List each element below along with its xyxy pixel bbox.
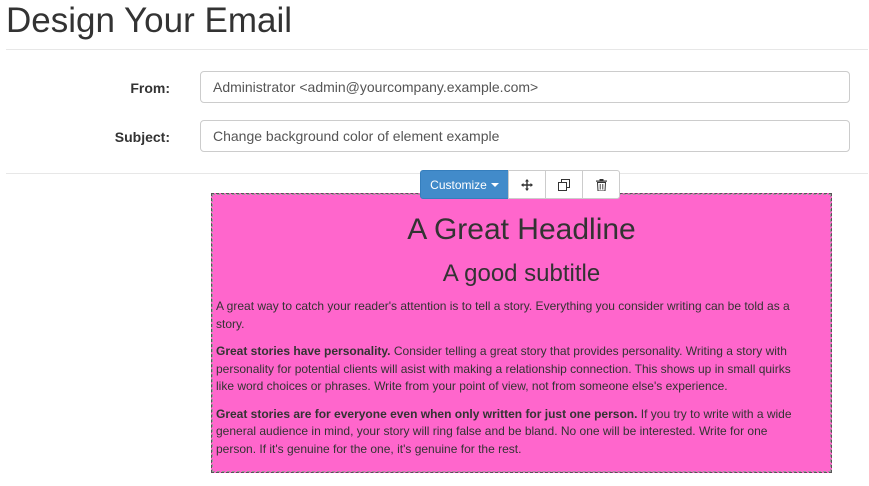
caret-down-icon <box>490 182 499 187</box>
move-icon <box>521 178 533 191</box>
paragraph-bold-lead: Great stories have personality. <box>216 344 391 358</box>
email-content-block[interactable]: A Great Headline A good subtitle A great… <box>211 193 832 473</box>
duplicate-icon <box>558 178 570 191</box>
email-subtitle[interactable]: A good subtitle <box>212 260 831 288</box>
delete-button[interactable] <box>582 170 620 199</box>
paragraph-bold-lead: Great stories are for everyone even when… <box>216 406 638 421</box>
divider <box>6 49 868 50</box>
email-paragraph[interactable]: Great stories have personality. Consider… <box>216 343 796 396</box>
move-button[interactable] <box>508 170 546 199</box>
paragraph-text: A great way to catch your reader's atten… <box>216 299 790 331</box>
block-toolbar: Customize <box>420 170 620 199</box>
from-field[interactable]: Administrator <admin@yourcompany.example… <box>200 71 850 103</box>
customize-label: Customize <box>430 177 487 192</box>
email-headline[interactable]: A Great Headline <box>212 194 831 248</box>
from-label: From: <box>130 80 170 96</box>
subject-field[interactable]: Change background color of element examp… <box>200 120 850 152</box>
email-paragraph[interactable]: Great stories are for everyone even when… <box>216 406 796 459</box>
email-paragraph[interactable]: A great way to catch your reader's atten… <box>216 298 796 333</box>
duplicate-button[interactable] <box>545 170 583 199</box>
subject-label: Subject: <box>114 129 170 145</box>
customize-button[interactable]: Customize <box>420 170 509 199</box>
page-title: Design Your Email <box>6 1 292 40</box>
trash-icon <box>595 178 607 191</box>
